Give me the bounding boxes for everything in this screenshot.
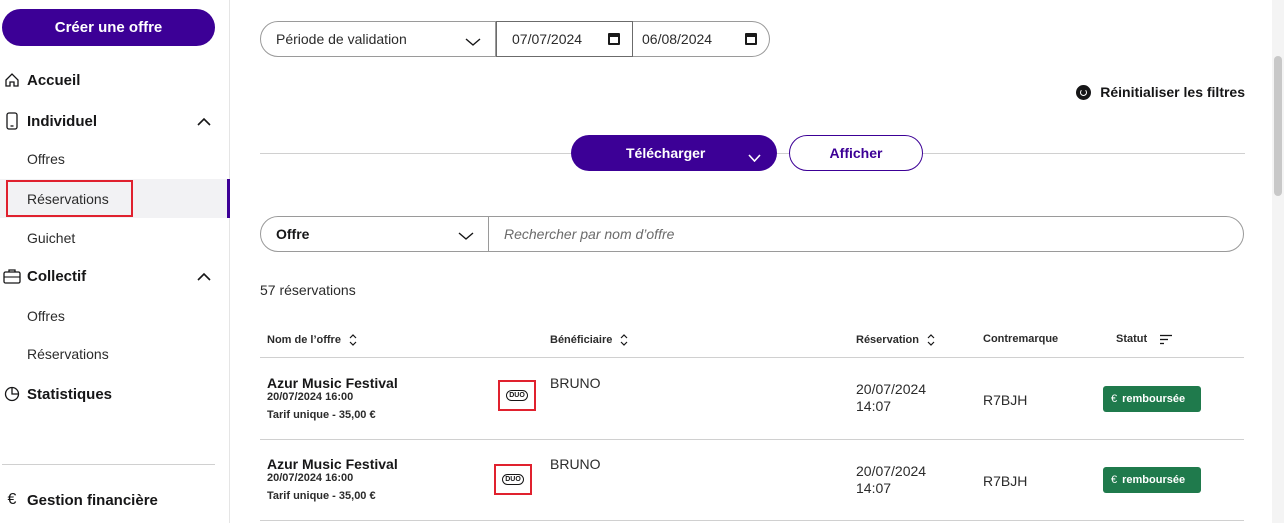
duo-highlight-box: DUO — [494, 464, 532, 495]
offer-name[interactable]: Azur Music Festival — [267, 375, 398, 391]
download-label: Télécharger — [626, 145, 706, 161]
status-badge: € remboursée — [1103, 467, 1201, 493]
end-date-value: 06/08/2024 — [642, 31, 713, 47]
offer-date: 20/07/2024 16:00 — [267, 472, 354, 484]
nav-collective-offers[interactable]: Offres — [27, 308, 65, 324]
status-label: remboursée — [1122, 393, 1186, 405]
chevron-down-icon — [458, 228, 474, 244]
highlight-box — [6, 180, 133, 217]
header-booking[interactable]: Réservation — [856, 333, 935, 347]
search-input[interactable]: Rechercher par nom d’offre — [489, 217, 674, 251]
header-beneficiary[interactable]: Bénéficiaire — [550, 333, 628, 347]
nav-item-finance[interactable]: € Gestion financière — [0, 488, 158, 512]
euro-icon: € — [1111, 393, 1118, 405]
booking-date: 20/07/2024 — [856, 463, 927, 479]
end-date-input[interactable]: 06/08/2024 — [633, 21, 770, 57]
beneficiary-name: BRUNO — [550, 456, 601, 472]
search-type-label: Offre — [276, 226, 310, 242]
nav-section-individual[interactable]: Individuel — [0, 109, 230, 133]
booking-time: 14:07 — [856, 480, 892, 496]
row-divider — [260, 520, 1244, 521]
offer-price: Tarif unique - 35,00 € — [267, 490, 376, 502]
header-offer-name[interactable]: Nom de l’offre — [267, 333, 357, 347]
pie-chart-icon — [3, 385, 21, 403]
reset-filters-label: Réinitialiser les filtres — [1100, 84, 1245, 100]
chevron-up-icon[interactable] — [197, 114, 211, 131]
period-type-label: Période de validation — [276, 31, 407, 47]
search-type-select[interactable]: Offre — [261, 217, 489, 251]
show-button[interactable]: Afficher — [789, 135, 923, 171]
sort-icon[interactable] — [349, 333, 357, 347]
chevron-down-icon — [748, 149, 761, 165]
reset-filters-button[interactable]: Réinitialiser les filtres — [1076, 84, 1245, 100]
duo-icon: DUO — [502, 474, 524, 485]
sidebar: Créer une offre Accueil Individuel Offre… — [0, 0, 230, 523]
start-date-value: 07/07/2024 — [512, 31, 583, 47]
booking-datetime: 20/07/2024 14:07 — [856, 381, 926, 415]
sidebar-divider — [2, 464, 215, 465]
offer-date: 20/07/2024 16:00 — [267, 391, 354, 403]
create-offer-button[interactable]: Créer une offre — [2, 9, 215, 46]
duo-highlight-box: DUO — [498, 380, 536, 411]
main-content: Période de validation 07/07/2024 06/08/2… — [230, 0, 1284, 523]
booking-time: 14:07 — [856, 398, 892, 414]
nav-section-collective[interactable]: Collectif — [0, 264, 230, 288]
download-button[interactable]: Télécharger — [571, 135, 777, 171]
header-status[interactable]: Statut — [1116, 333, 1173, 345]
offer-name[interactable]: Azur Music Festival — [267, 456, 398, 472]
header-beneficiary-label: Bénéficiaire — [550, 334, 613, 346]
nav-label-home: Accueil — [27, 71, 81, 89]
nav-item-home[interactable]: Accueil — [0, 68, 80, 92]
chevron-down-icon — [465, 34, 481, 50]
calendar-icon[interactable] — [608, 33, 620, 45]
booking-date: 20/07/2024 — [856, 381, 927, 397]
period-type-select[interactable]: Période de validation — [260, 21, 496, 57]
nav-label-stats: Statistiques — [27, 385, 113, 403]
euro-icon: € — [1111, 474, 1118, 486]
header-token: Contremarque — [983, 333, 1058, 345]
nav-individual-offers[interactable]: Offres — [27, 151, 65, 167]
nav-collective-bookings[interactable]: Réservations — [27, 346, 109, 362]
header-token-label: Contremarque — [983, 333, 1059, 345]
nav-individual-counter[interactable]: Guichet — [27, 230, 75, 246]
home-icon — [3, 71, 21, 89]
header-status-label: Statut — [1116, 333, 1148, 345]
status-label: remboursée — [1122, 474, 1186, 486]
header-booking-label: Réservation — [856, 334, 919, 346]
calendar-icon[interactable] — [745, 33, 757, 45]
duo-icon: DUO — [506, 390, 528, 401]
search-bar: Offre Rechercher par nom d’offre — [260, 216, 1244, 252]
chevron-up-icon[interactable] — [197, 269, 211, 286]
header-offer-name-label: Nom de l’offre — [267, 334, 341, 346]
offer-price: Tarif unique - 35,00 € — [267, 409, 376, 421]
token-code: R7BJH — [983, 392, 1028, 408]
period-filter: Période de validation 07/07/2024 06/08/2… — [260, 21, 770, 57]
beneficiary-name: BRUNO — [550, 375, 601, 391]
sort-icon[interactable] — [620, 333, 628, 347]
results-count: 57 réservations — [260, 282, 356, 298]
scrollbar[interactable] — [1272, 0, 1284, 523]
scrollbar-thumb[interactable] — [1274, 56, 1282, 196]
euro-icon: € — [7, 491, 17, 508]
status-badge: € remboursée — [1103, 386, 1201, 412]
nav-item-stats[interactable]: Statistiques — [0, 382, 112, 406]
reset-icon — [1076, 84, 1092, 100]
filter-icon[interactable] — [1159, 334, 1173, 345]
row-divider — [260, 439, 1244, 440]
row-divider — [260, 357, 1244, 358]
briefcase-icon — [3, 267, 21, 285]
booking-datetime: 20/07/2024 14:07 — [856, 463, 926, 497]
start-date-input[interactable]: 07/07/2024 — [496, 21, 633, 57]
token-code: R7BJH — [983, 473, 1028, 489]
nav-label-collective: Collectif — [27, 267, 87, 285]
smartphone-icon — [3, 112, 21, 130]
nav-label-individual: Individuel — [27, 112, 98, 130]
sort-icon[interactable] — [927, 333, 935, 347]
nav-label-finance: Gestion financière — [27, 491, 158, 509]
